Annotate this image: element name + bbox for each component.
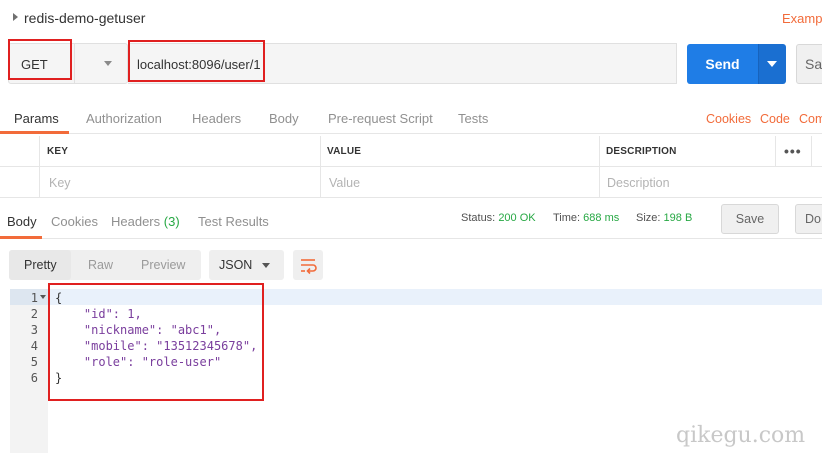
value-input[interactable]: Value [329, 176, 360, 190]
line-number: 1 [30, 291, 38, 305]
tab-authorization[interactable]: Authorization [86, 111, 162, 126]
fold-toggle-icon[interactable] [40, 295, 46, 299]
highlight-response-body [48, 283, 264, 401]
column-header-key: KEY [47, 146, 69, 157]
line-number: 5 [30, 355, 38, 369]
chevron-down-icon[interactable] [767, 61, 777, 67]
method-divider [74, 44, 75, 83]
response-tab-headers[interactable]: Headers (3) [111, 214, 180, 229]
cookies-link[interactable]: Cookies [706, 112, 751, 126]
line-number: 6 [30, 371, 38, 385]
params-table-header [0, 136, 822, 167]
description-input[interactable]: Description [607, 176, 670, 190]
raw-button[interactable]: Raw [88, 258, 113, 272]
comments-link[interactable]: Com [799, 112, 822, 126]
response-tab-test-results[interactable]: Test Results [198, 214, 269, 229]
examples-link[interactable]: Exampl [782, 11, 822, 26]
request-name[interactable]: redis-demo-getuser [24, 10, 145, 26]
save-request-button[interactable]: Sa [796, 44, 822, 84]
size-readout: Size: 198 B [636, 212, 692, 224]
active-tab-indicator [0, 236, 42, 239]
line-number: 2 [30, 307, 38, 321]
tab-params[interactable]: Params [14, 111, 59, 126]
tab-pre-request-script[interactable]: Pre-request Script [328, 111, 433, 126]
preview-button[interactable]: Preview [141, 258, 185, 272]
line-number: 3 [30, 323, 38, 337]
size-value: 198 B [663, 212, 693, 224]
chevron-down-icon[interactable] [104, 61, 112, 66]
response-tab-cookies[interactable]: Cookies [51, 214, 98, 229]
status-readout: Status: 200 OK [461, 212, 536, 224]
more-options-icon[interactable]: ••• [784, 143, 802, 159]
wrap-lines-button[interactable] [293, 250, 323, 280]
column-divider [599, 136, 600, 198]
key-input[interactable]: Key [49, 176, 71, 190]
params-table-row [0, 167, 822, 198]
tab-headers[interactable]: Headers [192, 111, 241, 126]
send-button[interactable]: Send [687, 44, 758, 84]
status-label: Status: [461, 212, 496, 224]
tab-body[interactable]: Body [269, 111, 299, 126]
column-divider [39, 136, 40, 198]
download-response-button[interactable]: Do [795, 204, 822, 234]
headers-tab-label: Headers [111, 214, 161, 229]
size-label: Size: [636, 212, 661, 224]
language-value: JSON [219, 258, 253, 272]
headers-count-badge: (3) [163, 214, 180, 229]
response-tab-body[interactable]: Body [7, 214, 37, 229]
code-link[interactable]: Code [760, 112, 790, 126]
column-divider [320, 136, 321, 198]
save-response-button[interactable]: Save [721, 204, 779, 234]
time-readout: Time: 688 ms [553, 212, 619, 224]
pretty-button[interactable]: Pretty [24, 258, 57, 272]
column-divider [775, 136, 776, 167]
line-number: 4 [30, 339, 38, 353]
time-label: Time: [553, 212, 581, 224]
wrap-lines-icon [301, 259, 317, 275]
chevron-down-icon[interactable] [262, 263, 270, 268]
watermark: qikegu.com [676, 423, 806, 448]
active-tab-indicator [0, 131, 69, 134]
column-divider [811, 136, 812, 167]
column-header-value: VALUE [327, 146, 362, 157]
collapse-caret-icon[interactable] [13, 13, 18, 21]
time-value: 688 ms [583, 212, 620, 224]
column-header-description: DESCRIPTION [606, 146, 677, 157]
tab-tests[interactable]: Tests [458, 111, 488, 126]
status-value: 200 OK [498, 212, 536, 224]
highlight-method [8, 39, 72, 80]
highlight-url [128, 40, 265, 82]
